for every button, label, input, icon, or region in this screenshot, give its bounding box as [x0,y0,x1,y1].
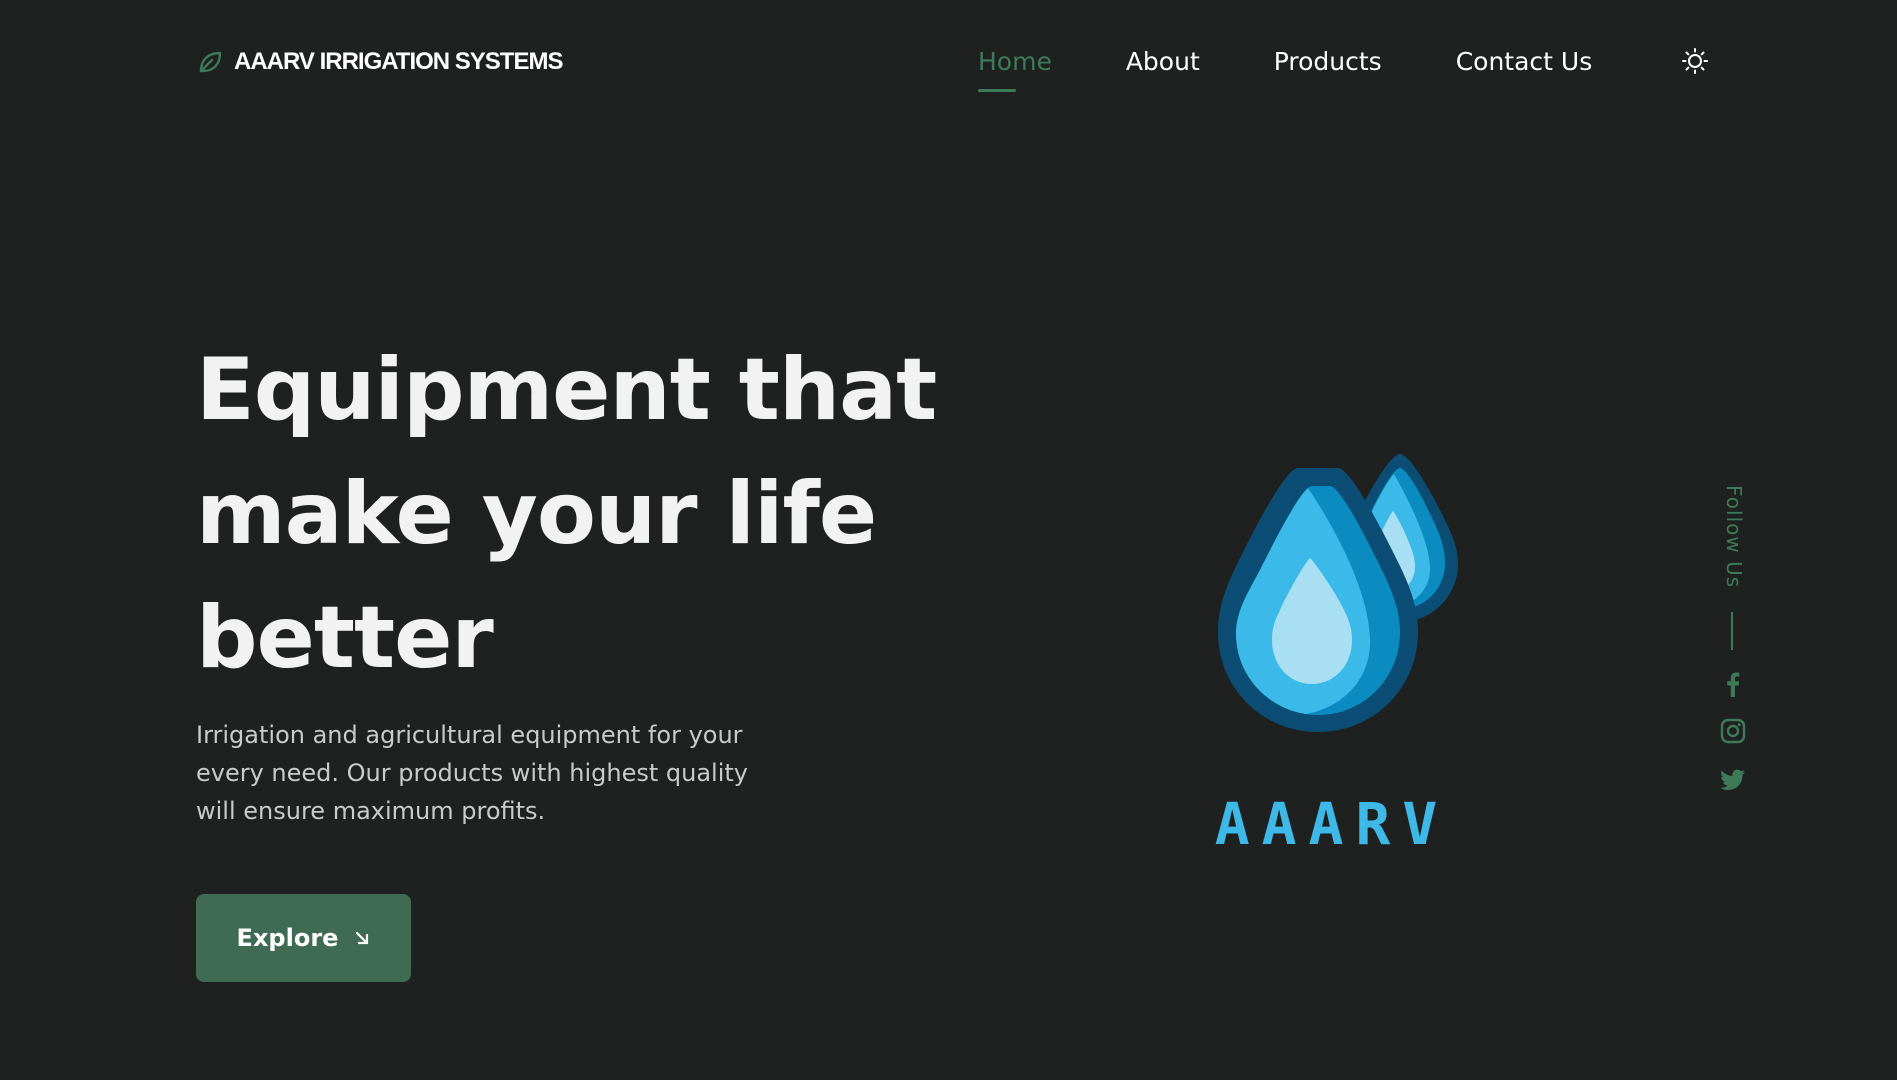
hero-title-line: better [196,588,494,688]
nav-item-label: About [1125,47,1200,76]
logo-wordmark: AAARV [1214,790,1450,858]
nav-item-label: Products [1273,47,1382,76]
hero-title-line: make your life [196,464,877,564]
facebook-icon [1726,671,1740,701]
hero-title-line: Equipment that [196,340,937,440]
brand-name: AAARV IRRIGATION SYSTEMS [234,48,563,75]
nav-item-label: Home [978,47,1052,76]
instagram-icon [1720,718,1746,748]
water-drops-icon [1190,446,1470,766]
main-nav: Home About Products Contact Us [978,47,1666,92]
explore-button[interactable]: Explore [196,894,411,982]
theme-toggle-button[interactable] [1680,48,1710,78]
leaf-icon [197,49,223,75]
nav-item-label: Contact Us [1455,47,1593,76]
hero-description: Irrigation and agricultural equipment fo… [196,716,796,830]
facebook-link[interactable] [1719,672,1747,700]
follow-us-label: Follow Us [1722,485,1746,589]
twitter-link[interactable] [1719,768,1747,796]
nav-item-products[interactable]: Products [1274,47,1382,76]
active-nav-indicator [978,89,1016,92]
follow-divider [1731,612,1733,650]
twitter-icon [1720,769,1746,795]
arrow-down-right-icon [354,930,370,946]
nav-item-home[interactable]: Home [978,47,1052,92]
site-header: AAARV IRRIGATION SYSTEMS Home About Prod… [0,0,1897,125]
explore-button-label: Explore [236,924,339,952]
sun-icon [1681,47,1709,79]
instagram-link[interactable] [1719,718,1747,748]
hero-title: Equipment that make your life better [196,328,956,700]
page: AAARV IRRIGATION SYSTEMS Home About Prod… [0,0,1897,1080]
nav-item-contact-us[interactable]: Contact Us [1456,47,1593,76]
hero-description-line: Irrigation and agricultural equipment fo… [196,721,743,749]
nav-item-about[interactable]: About [1126,47,1200,76]
hero-description-line: will ensure maximum profits. [196,797,546,825]
hero-description-line: every need. Our products with highest qu… [196,759,748,787]
brand[interactable]: AAARV IRRIGATION SYSTEMS [197,48,563,76]
